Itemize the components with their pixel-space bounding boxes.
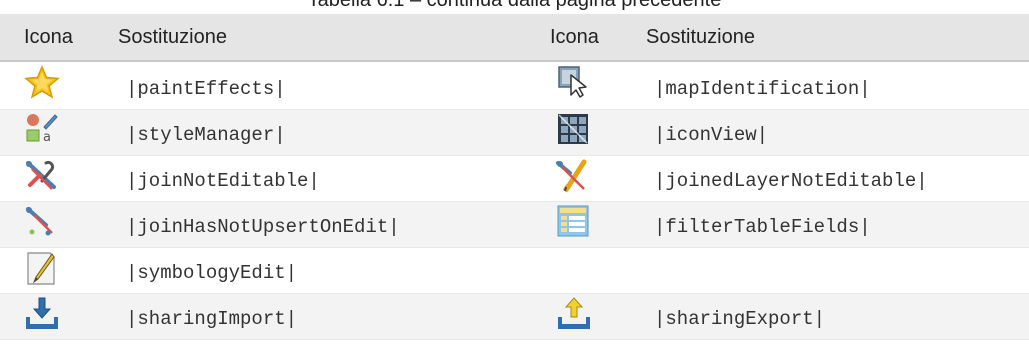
icon-cell: a: [0, 109, 110, 156]
substitution-cell: |mapIdentification|: [638, 61, 1029, 110]
substitution-text: |symbologyEdit|: [126, 261, 298, 284]
icon-cell: [0, 247, 110, 294]
substitution-cell: |joinNotEditable|: [110, 155, 538, 202]
table-caption: Tabella 6.1 – continua dalla pagina prec…: [307, 0, 722, 11]
table-row: |paintEffects| |mapIdentification|: [0, 61, 1029, 110]
substitution-table: Icona Sostituzione Icona Sostituzione |p…: [0, 14, 1029, 340]
symbology-edit-icon: [24, 251, 60, 285]
table-row: |joinHasNotUpsertOnEdit| |filterTableFie…: [0, 201, 1029, 248]
substitution-text: |paintEffects|: [126, 77, 286, 100]
substitution-cell: |joinHasNotUpsertOnEdit|: [110, 201, 538, 248]
substitution-text: |filterTableFields|: [654, 215, 871, 238]
table-row: |joinNotEditable| |joinedLayerNotEditabl…: [0, 155, 1029, 202]
join-has-not-upsert-icon: [24, 205, 60, 239]
table-header-row: Icona Sostituzione Icona Sostituzione: [0, 14, 1029, 62]
header-substitution-column: Sostituzione: [638, 14, 1029, 62]
substitution-cell: |paintEffects|: [110, 61, 538, 110]
header-icon-column: Icona: [538, 14, 638, 62]
substitution-cell: |joinedLayerNotEditable|: [638, 155, 1029, 202]
substitution-text: |sharingExport|: [654, 307, 826, 330]
icon-view-icon: [556, 113, 592, 147]
style-manager-icon: a: [24, 113, 60, 147]
icon-cell: [0, 293, 110, 340]
table-row: |sharingImport| |sharingExport|: [0, 293, 1029, 340]
substitution-text: |joinNotEditable|: [126, 169, 320, 192]
empty-substitution-cell: [638, 247, 1029, 294]
substitution-cell: |sharingExport|: [638, 293, 1029, 340]
substitution-text: |joinHasNotUpsertOnEdit|: [126, 215, 400, 238]
filter-table-fields-icon: [556, 205, 592, 239]
header-icon-column: Icona: [0, 14, 110, 62]
table-row: a |styleManager| |iconView|: [0, 109, 1029, 156]
icon-cell: [538, 201, 638, 248]
icon-cell: [538, 293, 638, 340]
substitution-text: |joinedLayerNotEditable|: [654, 169, 928, 192]
substitution-cell: |sharingImport|: [110, 293, 538, 340]
icon-cell: [0, 201, 110, 248]
empty-icon-cell: [538, 247, 638, 294]
map-identification-icon: [556, 65, 592, 99]
join-not-editable-icon: [24, 159, 60, 193]
header-substitution-column: Sostituzione: [110, 14, 538, 62]
icon-cell: [538, 61, 638, 110]
icon-cell: [0, 61, 110, 110]
substitution-cell: |filterTableFields|: [638, 201, 1029, 248]
icon-cell: [538, 109, 638, 156]
joined-layer-not-editable-icon: [556, 159, 592, 193]
substitution-text: |mapIdentification|: [654, 77, 871, 100]
substitution-text: |sharingImport|: [126, 307, 298, 330]
icon-cell: [0, 155, 110, 202]
svg-text:a: a: [43, 130, 51, 145]
star-icon: [24, 65, 60, 99]
substitution-text: |styleManager|: [126, 123, 286, 146]
table-row: |symbologyEdit|: [0, 247, 1029, 294]
substitution-cell: |styleManager|: [110, 109, 538, 156]
substitution-text: |iconView|: [654, 123, 769, 146]
sharing-export-icon: [556, 296, 592, 331]
sharing-import-icon: [24, 297, 60, 331]
substitution-cell: |iconView|: [638, 109, 1029, 156]
icon-cell: [538, 155, 638, 202]
substitution-cell: |symbologyEdit|: [110, 247, 538, 294]
